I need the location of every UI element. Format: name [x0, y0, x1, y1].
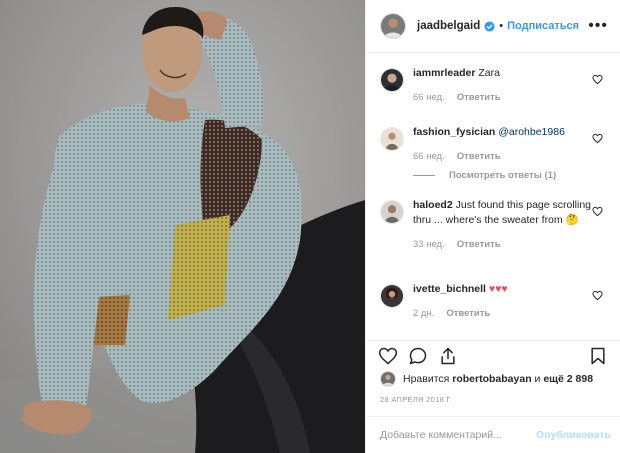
comment-bubble-icon[interactable]: [408, 346, 428, 366]
like-heart-icon[interactable]: [378, 346, 398, 366]
reply-button[interactable]: Ответить: [446, 308, 490, 319]
verified-badge-icon: [484, 20, 495, 32]
comment-age[interactable]: 66 нед.: [413, 151, 445, 162]
comments-list[interactable]: iammrleader Zara 66 нед. Ответить fashion…: [366, 54, 620, 339]
comment-username[interactable]: ivette_bichnell: [413, 283, 486, 295]
likes-prefix: Нравится: [403, 373, 450, 385]
comment-like-icon[interactable]: [592, 206, 603, 217]
post-photo[interactable]: [0, 0, 365, 453]
author-avatar[interactable]: [380, 13, 406, 39]
post-side-panel: jaadbelgaid • Подписаться ••• iammrleade…: [365, 0, 620, 453]
post-image: [0, 0, 365, 453]
comment-like-icon[interactable]: [592, 74, 603, 85]
publish-button[interactable]: Опубликовать: [536, 429, 611, 441]
commenter-avatar[interactable]: [380, 127, 404, 151]
reply-button[interactable]: Ответить: [457, 92, 501, 103]
share-icon[interactable]: [438, 346, 458, 366]
post-actions-bar: [366, 340, 620, 370]
commenter-avatar[interactable]: [380, 68, 404, 92]
post-header: jaadbelgaid • Подписаться •••: [366, 0, 620, 53]
view-replies-label[interactable]: Посмотреть ответы (1): [449, 170, 556, 181]
comment-item: haloed2 Just found this page scrolling t…: [366, 198, 620, 250]
commenter-avatar[interactable]: [380, 200, 404, 224]
likes-conj: и: [534, 373, 541, 385]
more-options-icon[interactable]: •••: [588, 17, 608, 35]
liker-avatar[interactable]: [380, 371, 396, 387]
bookmark-icon[interactable]: [588, 346, 608, 366]
comment-item: fashion_fysician @arohbe1986 66 нед. Отве…: [366, 125, 620, 162]
likes-summary: Нравится robertobabayan и ещё 2 898: [380, 371, 593, 387]
comment-like-icon[interactable]: [592, 290, 603, 301]
follow-button[interactable]: Подписаться: [507, 20, 579, 32]
replies-divider: [413, 175, 435, 176]
comment-username[interactable]: fashion_fysician: [413, 126, 495, 138]
instagram-post: jaadbelgaid • Подписаться ••• iammrleade…: [0, 0, 620, 453]
comment-item: ivette_bichnell ♥♥♥ 2 дн. Ответить: [366, 282, 620, 319]
commenter-avatar[interactable]: [380, 284, 404, 308]
reply-button[interactable]: Ответить: [457, 239, 501, 250]
comment-like-icon[interactable]: [592, 133, 603, 144]
comment-age[interactable]: 33 нед.: [413, 239, 445, 250]
comment-username[interactable]: haloed2: [413, 199, 453, 211]
liker-username[interactable]: robertobabayan: [452, 373, 531, 385]
comment-item: iammrleader Zara 66 нед. Ответить: [366, 66, 620, 103]
comment-text: Zara: [478, 67, 500, 79]
comment-input[interactable]: [380, 429, 530, 441]
header-separator: •: [499, 20, 504, 32]
comment-age[interactable]: 2 дн.: [413, 308, 434, 319]
comment-composer: Опубликовать: [366, 416, 620, 453]
author-username[interactable]: jaadbelgaid: [417, 20, 480, 32]
likes-count-link[interactable]: ещё 2 898: [543, 373, 593, 385]
reply-button[interactable]: Ответить: [457, 151, 501, 162]
comment-username[interactable]: iammrleader: [413, 67, 475, 79]
comment-text: ♥♥♥: [488, 283, 508, 295]
view-replies-button[interactable]: Посмотреть ответы (1): [413, 170, 556, 181]
comment-mention[interactable]: @arohbe1986: [498, 126, 565, 138]
post-date[interactable]: 28 АПРЕЛЯ 2018 Г.: [380, 395, 452, 404]
comment-age[interactable]: 66 нед.: [413, 92, 445, 103]
